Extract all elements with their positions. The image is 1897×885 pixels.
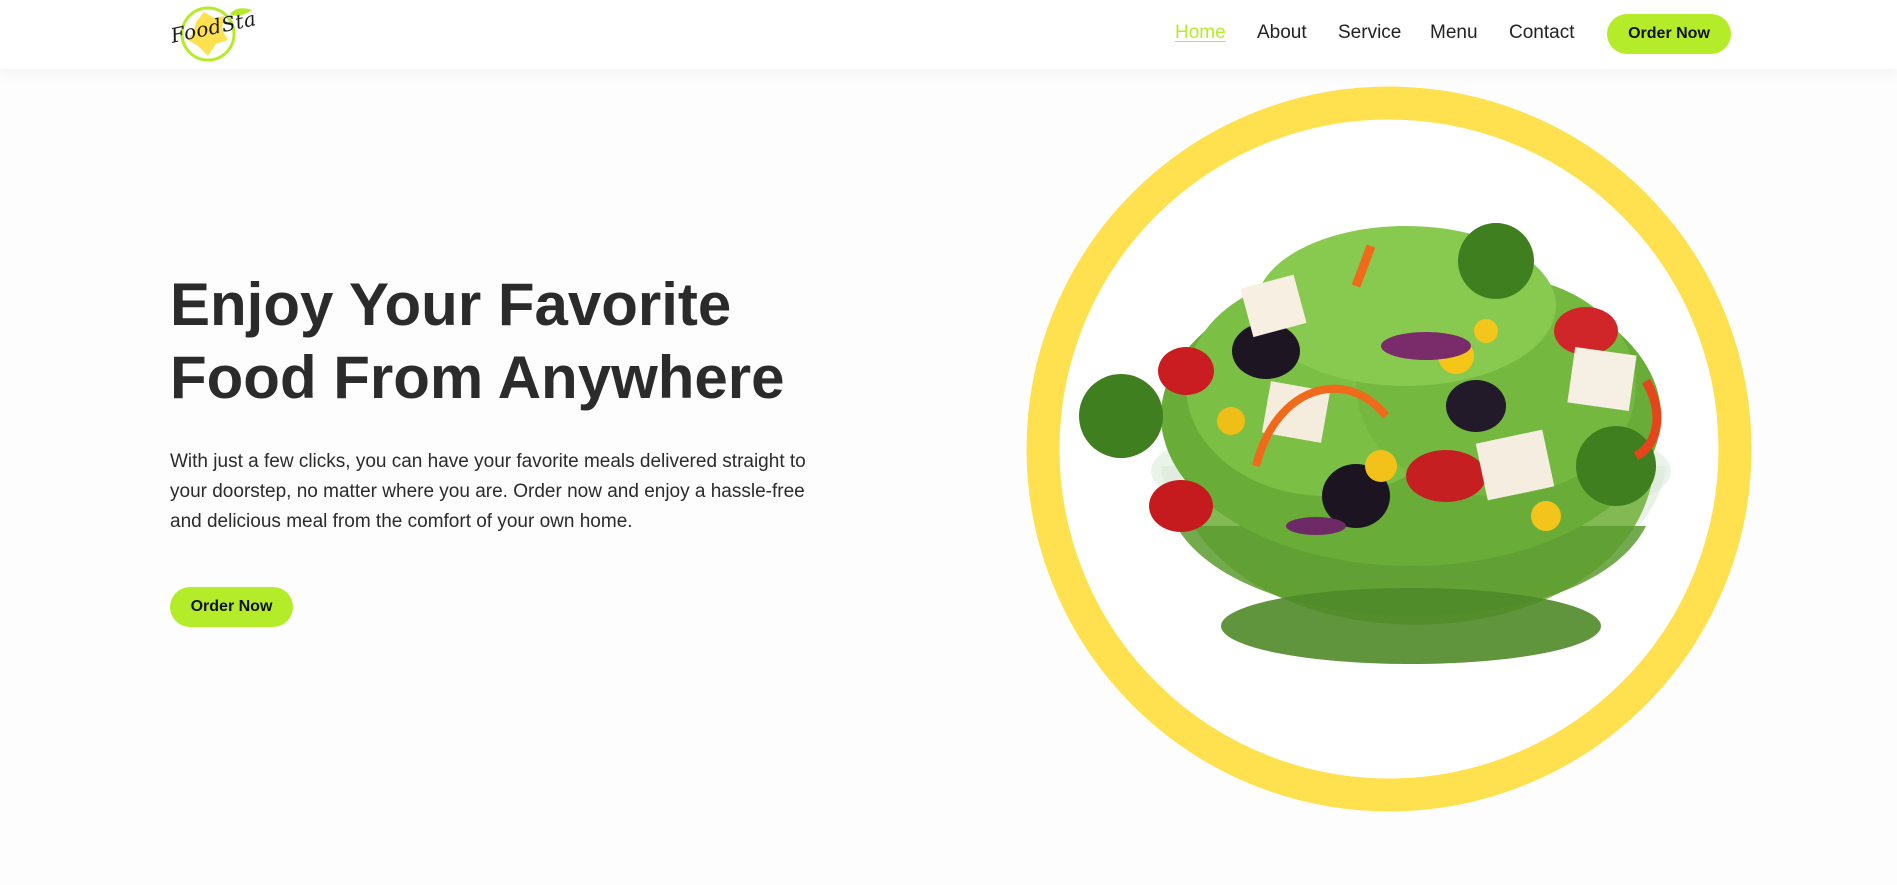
nav-menu[interactable]: Menu [1430,22,1478,44]
nav-contact[interactable]: Contact [1509,22,1574,44]
hero-description: With just a few clicks, you can have you… [170,451,806,532]
header-order-now-button[interactable]: Order Now [1607,14,1731,54]
hero-title-line-2: Food From Anywhere [170,344,785,411]
salad-bowl-image [1026,86,1752,812]
hero-title: Enjoy Your Favorite Food From Anywhere [170,268,870,414]
hero-order-now-button[interactable]: Order Now [170,587,293,627]
nav-about[interactable]: About [1257,22,1307,44]
hero-title-line-1: Enjoy Your Favorite [170,271,732,338]
nav-service[interactable]: Service [1338,22,1401,44]
nav-home[interactable]: Home [1175,22,1226,44]
salad-illustration [1026,86,1752,812]
site-header: FoodSta Home About Service Menu Contact … [0,0,1897,69]
